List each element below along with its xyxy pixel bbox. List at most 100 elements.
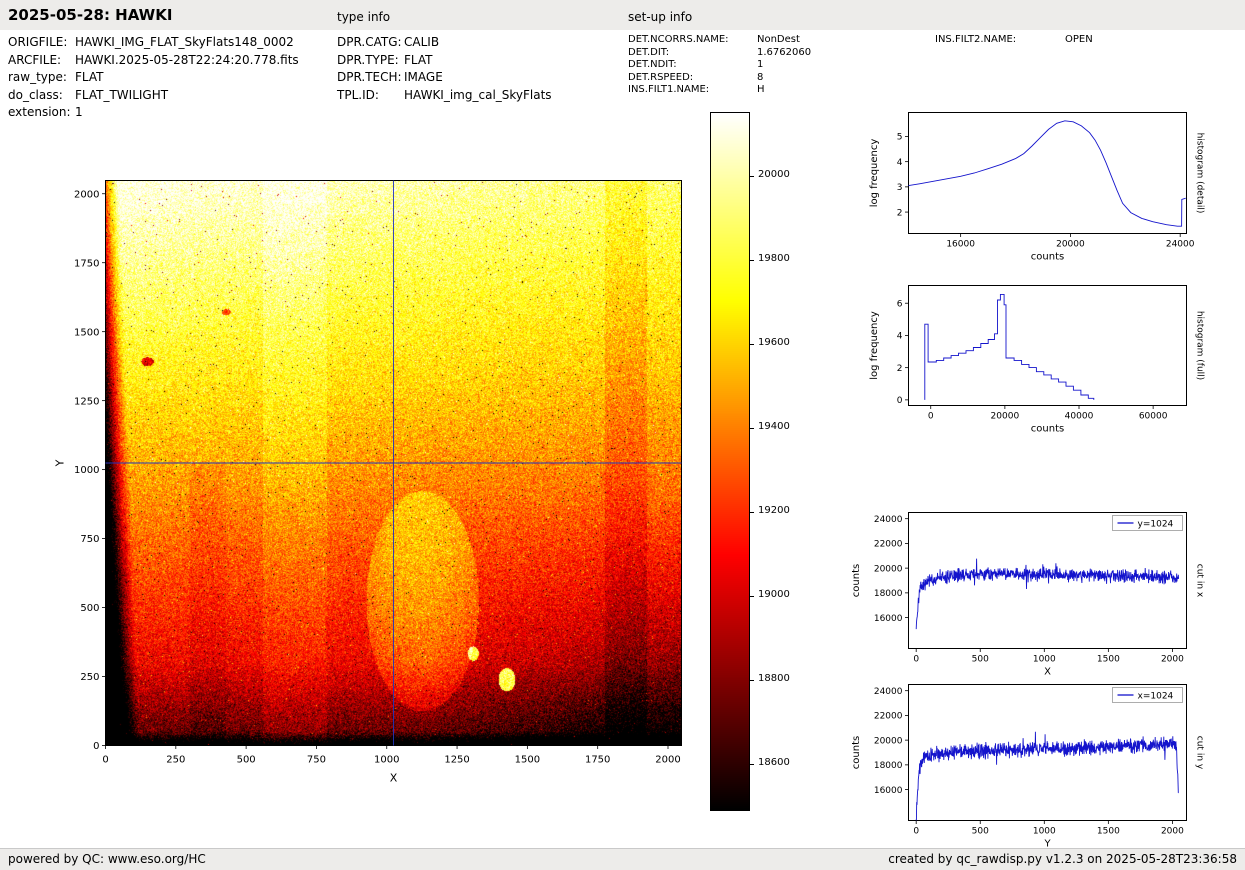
setup-info-block: DET.NCORRS.NAME:NonDest DET.DIT:1.676206…: [628, 34, 811, 97]
svg-text:0: 0: [928, 412, 934, 422]
svg-text:x=1024: x=1024: [1138, 691, 1174, 701]
svg-text:counts: counts: [1031, 424, 1064, 435]
meta-row: DET.DIT:1.6762060: [628, 47, 811, 60]
type-info-header: type info: [337, 10, 390, 24]
svg-text:5: 5: [897, 133, 903, 143]
cut-in-y-plot: 0500100015002000160001800020000220002400…: [845, 672, 1230, 854]
svg-text:1500: 1500: [1097, 827, 1120, 837]
svg-text:1500: 1500: [515, 755, 540, 766]
svg-text:counts: counts: [1031, 252, 1064, 263]
svg-text:1500: 1500: [1097, 655, 1120, 665]
svg-text:24000: 24000: [874, 687, 903, 697]
header-bar: 2025-05-28: HAWKI type info set-up info: [0, 0, 1245, 30]
colorbar: 2000019800196001940019200190001880018600: [710, 112, 840, 822]
meta-label: DET.NCORRS.NAME:: [628, 34, 757, 47]
qc-report-page: 2025-05-28: HAWKI type info set-up info …: [0, 0, 1245, 870]
svg-text:40000: 40000: [1065, 412, 1094, 422]
meta-row: DET.NDIT:1: [628, 59, 811, 72]
svg-text:16000: 16000: [946, 240, 975, 250]
svg-text:2000: 2000: [74, 189, 99, 200]
svg-text:0: 0: [913, 827, 919, 837]
file-info-block: ORIGFILE:HAWKI_IMG_FLAT_SkyFlats148_0002…: [8, 34, 299, 122]
meta-row: extension:1: [8, 104, 299, 122]
svg-text:0: 0: [913, 655, 919, 665]
main-plot-axes: 0250500750100012501500175020000250500750…: [0, 140, 790, 830]
svg-text:60000: 60000: [1139, 412, 1168, 422]
svg-text:0: 0: [93, 741, 99, 752]
svg-text:500: 500: [237, 755, 256, 766]
histogram-full-plot: 02000040000600000246countslog frequencyh…: [845, 272, 1230, 447]
svg-text:2000: 2000: [1161, 827, 1184, 837]
svg-text:750: 750: [307, 755, 326, 766]
svg-text:y=1024: y=1024: [1138, 519, 1174, 529]
svg-text:20000: 20000: [1056, 240, 1085, 250]
svg-text:16000: 16000: [874, 614, 903, 624]
meta-label: DPR.TYPE:: [337, 52, 404, 70]
svg-text:18000: 18000: [874, 589, 903, 599]
meta-row: INS.FILT2.NAME:OPEN: [935, 34, 1093, 47]
svg-text:log frequency: log frequency: [869, 311, 880, 380]
svg-text:1750: 1750: [585, 755, 610, 766]
meta-row: DPR.TECH:IMAGE: [337, 69, 552, 87]
svg-text:histogram (full): histogram (full): [1195, 311, 1205, 380]
setup-info-block-2: INS.FILT2.NAME:OPEN: [935, 34, 1093, 47]
meta-value: 1: [757, 59, 763, 70]
meta-row: INS.FILT1.NAME:H: [628, 84, 811, 97]
colorbar-tick-label: 19000: [758, 589, 790, 600]
meta-label: DET.DIT:: [628, 47, 757, 60]
svg-text:24000: 24000: [1166, 240, 1195, 250]
svg-text:20000: 20000: [991, 412, 1020, 422]
svg-text:750: 750: [80, 534, 99, 545]
meta-value: H: [757, 84, 765, 95]
meta-value: FLAT: [404, 53, 432, 67]
meta-label: ARCFILE:: [8, 52, 75, 70]
svg-text:1250: 1250: [444, 755, 469, 766]
footer-left-text: powered by QC: www.eso.org/HC: [8, 852, 206, 866]
meta-row: raw_type:FLAT: [8, 69, 299, 87]
svg-text:1500: 1500: [74, 327, 99, 338]
svg-text:24000: 24000: [874, 515, 903, 525]
meta-row: DET.RSPEED:8: [628, 72, 811, 85]
svg-text:1750: 1750: [74, 258, 99, 269]
svg-text:16000: 16000: [874, 786, 903, 796]
svg-text:1000: 1000: [74, 465, 99, 476]
svg-text:3: 3: [897, 183, 903, 193]
meta-value: HAWKI_IMG_FLAT_SkyFlats148_0002: [75, 35, 294, 49]
colorbar-tick-label: 18600: [758, 757, 790, 768]
meta-value: FLAT: [75, 70, 103, 84]
type-info-block: DPR.CATG:CALIB DPR.TYPE:FLAT DPR.TECH:IM…: [337, 34, 552, 104]
svg-text:2000: 2000: [655, 755, 680, 766]
footer-bar: powered by QC: www.eso.org/HC created by…: [0, 848, 1245, 870]
svg-text:500: 500: [972, 655, 989, 665]
meta-value: HAWKI.2025-05-28T22:24:20.778.fits: [75, 53, 299, 67]
svg-text:2: 2: [897, 208, 903, 218]
meta-label: INS.FILT1.NAME:: [628, 84, 757, 97]
meta-row: do_class:FLAT_TWILIGHT: [8, 87, 299, 105]
page-title: 2025-05-28: HAWKI: [8, 6, 172, 24]
meta-value: NonDest: [757, 34, 800, 45]
meta-label: DET.RSPEED:: [628, 72, 757, 85]
svg-text:4: 4: [897, 158, 903, 168]
meta-value: 1: [75, 105, 83, 119]
svg-text:0: 0: [102, 755, 108, 766]
meta-value: FLAT_TWILIGHT: [75, 88, 168, 102]
svg-text:counts: counts: [851, 736, 862, 769]
cut-in-x-plot: 0500100015002000160001800020000220002400…: [845, 500, 1230, 682]
svg-text:250: 250: [80, 672, 99, 683]
svg-text:500: 500: [972, 827, 989, 837]
meta-row: TPL.ID:HAWKI_img_cal_SkyFlats: [337, 87, 552, 105]
colorbar-tick-label: 19800: [758, 253, 790, 264]
svg-text:X: X: [390, 772, 398, 785]
colorbar-tick-mark: [750, 596, 754, 597]
svg-text:6: 6: [897, 299, 903, 309]
svg-text:1000: 1000: [1033, 655, 1056, 665]
meta-label: INS.FILT2.NAME:: [935, 34, 1065, 47]
svg-text:20000: 20000: [874, 564, 903, 574]
colorbar-tick-label: 19400: [758, 421, 790, 432]
meta-label: extension:: [8, 104, 75, 122]
meta-label: DET.NDIT:: [628, 59, 757, 72]
meta-row: DPR.TYPE:FLAT: [337, 52, 552, 70]
colorbar-tick-labels: 2000019800196001940019200190001880018600: [710, 113, 840, 812]
meta-value: OPEN: [1065, 34, 1093, 45]
svg-text:20000: 20000: [874, 736, 903, 746]
